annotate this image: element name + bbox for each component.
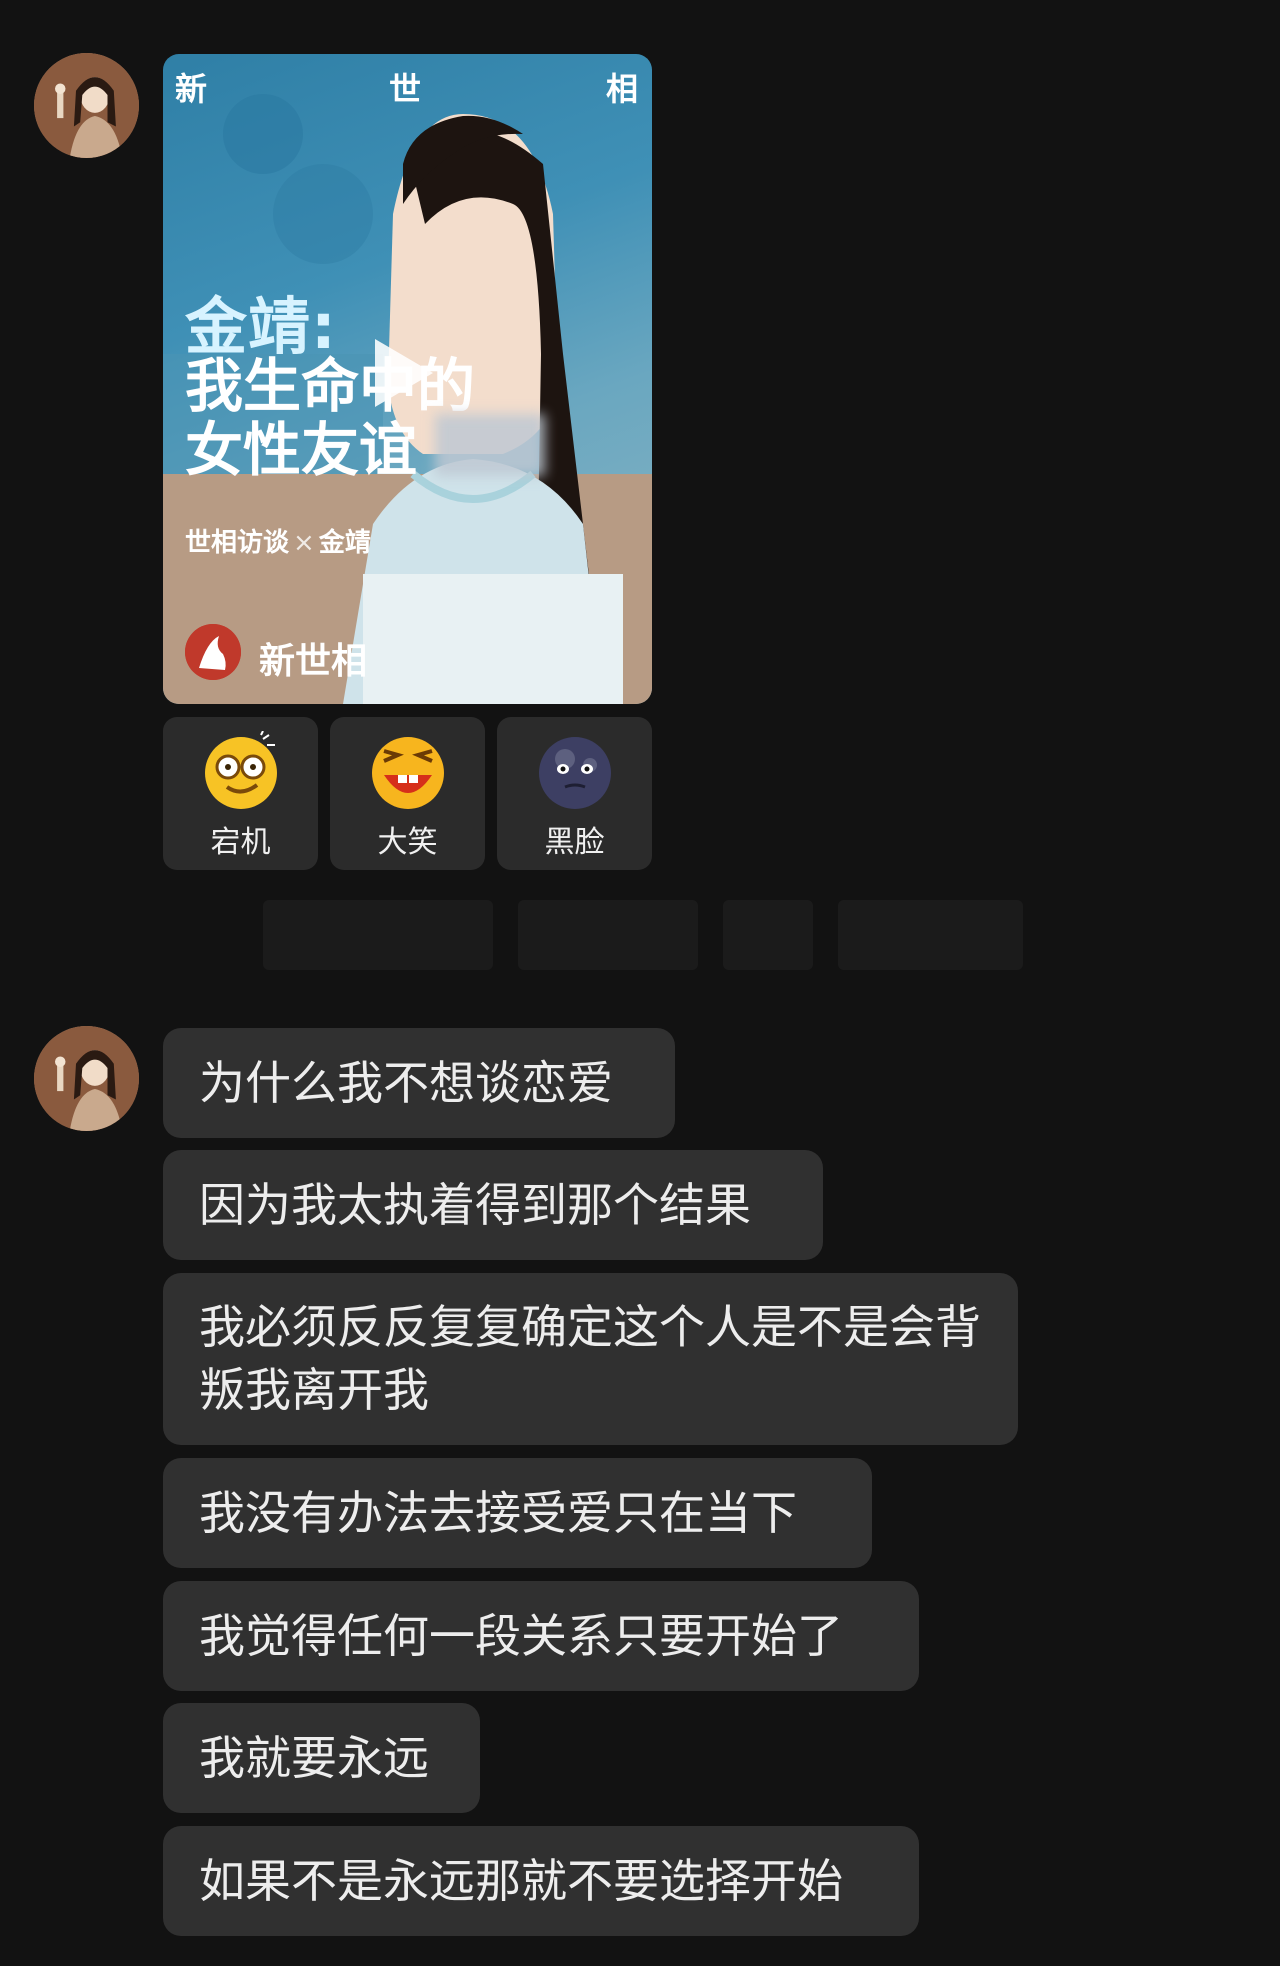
message-text: 我没有办法去接受爱只在当下 [199,1485,797,1540]
blurred-region [435,414,545,476]
dazed-face-icon [201,730,281,811]
reaction-laugh[interactable]: 大笑 [330,717,485,870]
reaction-label: 宕机 [210,825,271,860]
message-bubble[interactable]: 因为我太执着得到那个结果 [163,1150,823,1260]
video-subtitle-separator: × [293,528,315,558]
video-subtitle-right: 金靖 [318,528,371,558]
brand-mark-char: 相 [605,70,638,108]
brand-mark-char: 世 [389,70,422,108]
message-text: 如果不是永远那就不要选择开始 [199,1853,843,1908]
video-brand-name: 新世相 [259,641,368,682]
sender-avatar[interactable] [34,53,139,158]
sender-avatar[interactable] [34,1026,139,1131]
video-title-line: 我生命中的 [185,352,476,420]
reaction-label: 黑脸 [544,825,605,860]
message-bubble[interactable]: 如果不是永远那就不要选择开始 [163,1826,919,1936]
brand-logo-icon [185,624,241,680]
message-bubble[interactable]: 我没有办法去接受爱只在当下 [163,1458,872,1568]
faint-overlay [263,885,1023,995]
reaction-dark-face[interactable]: 黑脸 [497,717,652,870]
message-bubble[interactable]: 我必须反反复复确定这个人是不是会背叛我离开我 [163,1273,1018,1445]
message-text: 我必须反反复复确定这个人是不是会背叛我离开我 [199,1300,981,1417]
message-text: 我就要永远 [199,1730,429,1785]
message-text: 因为我太执着得到那个结果 [199,1177,751,1232]
video-subtitle: 世相访谈 × 金靖 [185,522,371,559]
video-share-card[interactable]: 新 世 相 金靖: 我生命中的 女性友谊 世相访谈 × 金靖 新世相 [163,54,652,704]
message-text: 为什么我不想谈恋爱 [199,1055,613,1110]
brand-mark-char: 新 [175,70,208,108]
video-subtitle-left: 世相访谈 [185,528,290,558]
message-bubble[interactable]: 我就要永远 [163,1703,480,1813]
reaction-dazed[interactable]: 宕机 [163,717,318,870]
laughing-face-icon [368,731,448,811]
message-text: 我觉得任何一段关系只要开始了 [199,1608,843,1663]
reaction-label: 大笑 [377,825,438,860]
play-icon[interactable] [375,339,433,407]
message-bubble[interactable]: 为什么我不想谈恋爱 [163,1028,675,1138]
message-bubble[interactable]: 我觉得任何一段关系只要开始了 [163,1581,919,1691]
dark-face-icon [535,731,615,811]
